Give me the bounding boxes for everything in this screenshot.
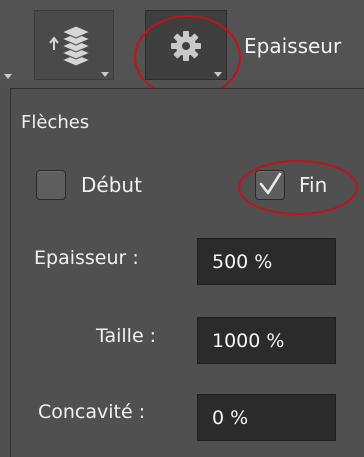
stroke-options-screenshot: Epaisseur Flèches Début Fin Epaisseur : … <box>0 0 364 457</box>
dropdown-corner-icon[interactable] <box>4 74 12 79</box>
size-input[interactable]: 1000 % <box>197 317 336 364</box>
gear-highlight-circle <box>134 15 241 99</box>
thickness-value: 500 % <box>212 251 273 273</box>
start-arrow-checkbox[interactable] <box>36 170 66 200</box>
concavity-label: Concavité : <box>38 401 146 423</box>
layers-button[interactable] <box>34 10 114 80</box>
toolbar-title: Epaisseur <box>244 34 342 58</box>
concavity-value: 0 % <box>212 407 249 429</box>
start-arrow-label: Début <box>81 173 142 197</box>
size-label: Taille : <box>96 325 157 347</box>
concavity-input[interactable]: 0 % <box>197 394 336 441</box>
thickness-label: Epaisseur : <box>34 247 139 269</box>
size-value: 1000 % <box>212 330 285 352</box>
end-checkbox-highlight-circle <box>238 160 358 215</box>
section-title: Flèches <box>21 112 90 133</box>
layers-arrow-icon <box>49 25 92 67</box>
layers-dropdown-icon <box>101 72 109 77</box>
thickness-input[interactable]: 500 % <box>197 238 336 285</box>
